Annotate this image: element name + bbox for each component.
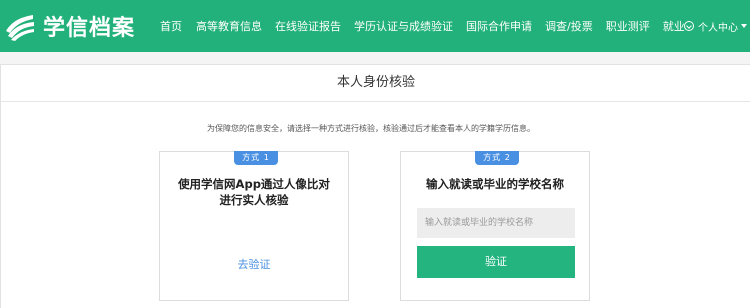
school-name-input[interactable] [417, 208, 575, 238]
method-2-card: 方式 2 输入就读或毕业的学校名称 验证 [400, 151, 590, 301]
identity-verification-panel: 本人身份核验 为保障您的信息安全，请选择一种方式进行核验，核验通过后才能查看本人… [0, 64, 750, 308]
page-title: 本人身份核验 [1, 65, 750, 102]
method-2-title: 输入就读或毕业的学校名称 [426, 177, 564, 191]
user-center-label: 个人中心 [698, 22, 738, 34]
nav-item-home[interactable]: 首页 [160, 18, 182, 34]
nav-item-survey-vote[interactable]: 调查/投票 [545, 18, 593, 34]
verify-button[interactable]: 验证 [417, 246, 575, 278]
top-navigation-bar: 学信档案 首页 高等教育信息 在线验证报告 学历认证与成绩验证 国际合作申请 调… [0, 0, 750, 52]
nav-item-career-assessment[interactable]: 职业测评 [606, 18, 650, 34]
method-1-title-line-1: 使用学信网App通过人像比对 [178, 177, 330, 191]
method-2-badge: 方式 2 [475, 151, 519, 165]
security-notice: 为保障您的信息安全，请选择一种方式进行核验，核验通过后才能查看本人的学籍学历信息… [207, 124, 535, 133]
method-1-title: 使用学信网App通过人像比对 进行实人核验 [160, 176, 348, 208]
nav-item-higher-education-info[interactable]: 高等教育信息 [196, 18, 262, 34]
go-verify-link[interactable]: 去验证 [160, 256, 348, 272]
book-logo-icon [6, 15, 34, 41]
main-nav: 首页 高等教育信息 在线验证报告 学历认证与成绩验证 国际合作申请 调查/投票 … [160, 0, 698, 52]
nav-item-international-cooperation[interactable]: 国际合作申请 [466, 18, 532, 34]
method-1-card: 方式 1 使用学信网App通过人像比对 进行实人核验 去验证 [159, 151, 349, 301]
logo-text: 学信档案 [43, 16, 136, 41]
site-logo[interactable]: 学信档案 [3, 8, 135, 44]
chevron-down-icon [741, 24, 747, 28]
user-circle-icon [684, 21, 694, 31]
nav-item-online-verification-report[interactable]: 在线验证报告 [275, 18, 341, 34]
method-1-title-line-2: 进行实人核验 [219, 193, 289, 207]
method-1-badge: 方式 1 [234, 151, 278, 165]
user-center-menu[interactable]: 个人中心 [684, 0, 747, 52]
nav-item-employment[interactable]: 就业 [663, 18, 685, 34]
nav-item-degree-certification[interactable]: 学历认证与成绩验证 [354, 18, 453, 34]
